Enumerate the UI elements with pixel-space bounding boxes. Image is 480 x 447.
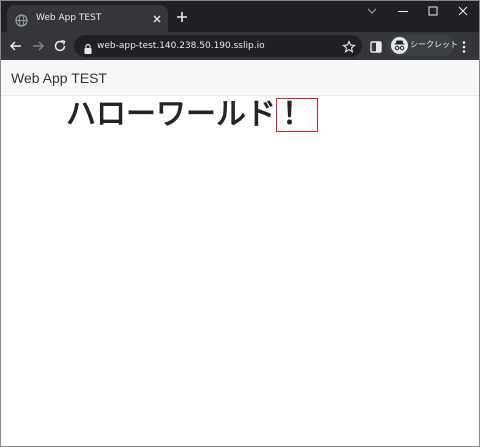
browser-toolbar: web-app-test.140.238.50.190.sslip.io シーク… [0,32,480,60]
maximize-icon[interactable] [423,3,443,19]
url-text: web-app-test.140.238.50.190.sslip.io [97,41,265,51]
star-icon[interactable] [342,39,356,53]
navbar-brand[interactable]: Web App TEST [11,69,107,87]
lock-icon[interactable] [83,40,93,54]
back-icon[interactable] [8,38,24,54]
kebab-menu-icon[interactable] [459,39,469,53]
tab-title: Web App TEST [36,13,102,23]
incognito-profile-button[interactable]: シークレット [388,35,458,56]
forward-icon[interactable] [30,38,46,54]
heading-text: ハローワールド [66,97,276,132]
incognito-label: シークレット [410,40,458,49]
browser-tab[interactable]: Web App TEST [7,5,168,32]
close-icon[interactable] [453,3,473,19]
chevron-down-icon[interactable] [362,3,382,19]
side-panel-icon[interactable] [369,39,383,53]
globe-icon [15,12,28,27]
highlighted-exclamation: ！ [276,98,318,132]
navbar: Web App TEST [0,60,480,96]
address-bar[interactable]: web-app-test.140.238.50.190.sslip.io [74,35,362,57]
close-icon[interactable] [150,11,164,25]
tab-strip: Web App TEST [0,0,480,32]
page-heading: ハローワールド！ [66,96,318,136]
minimize-icon[interactable] [393,3,413,19]
plus-icon[interactable] [174,9,190,25]
reload-icon[interactable] [52,38,68,54]
incognito-icon [391,37,408,54]
